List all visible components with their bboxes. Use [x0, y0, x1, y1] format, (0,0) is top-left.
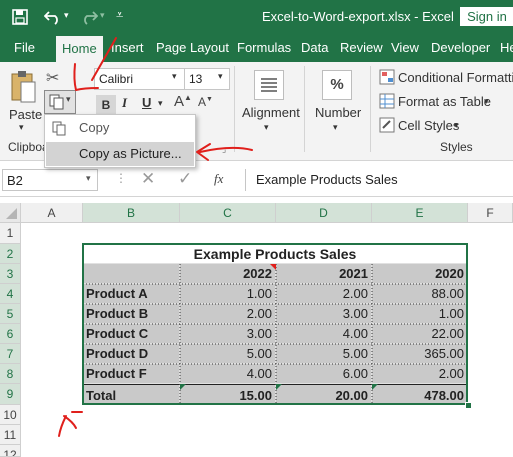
- annotation-arrow-home: [91, 37, 117, 81]
- annotation-arrow-copy-picture: [196, 143, 253, 161]
- annotation-mark: [58, 411, 83, 437]
- annotation-overlay: [58, 37, 253, 437]
